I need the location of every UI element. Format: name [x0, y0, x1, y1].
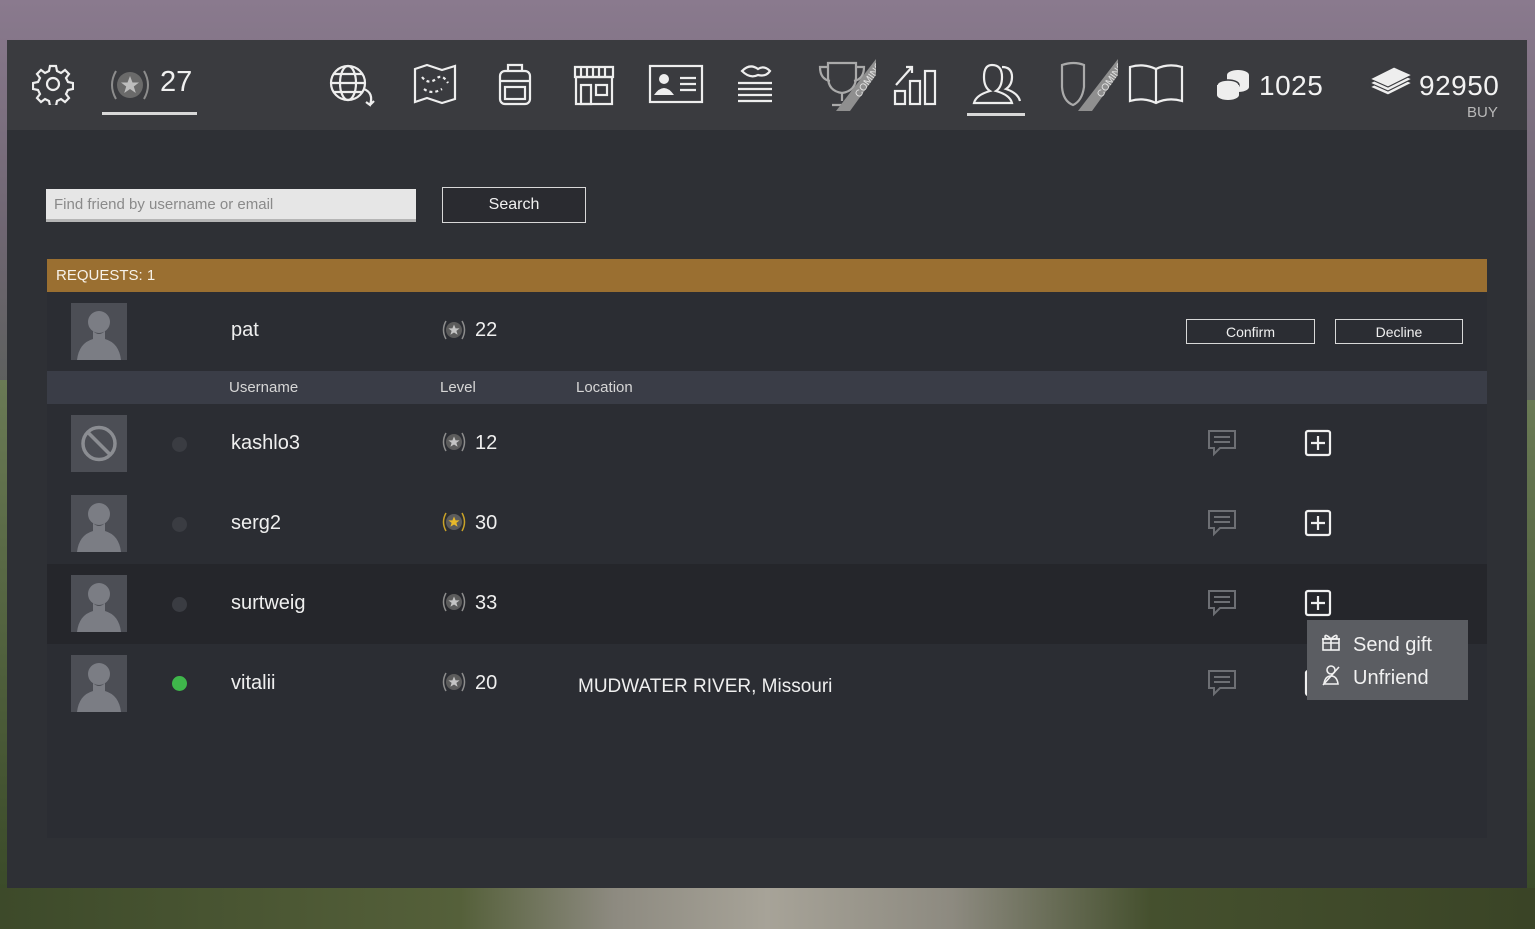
add-options-icon[interactable]: [1303, 508, 1333, 543]
online-status-dot: [172, 676, 187, 691]
friend-username: serg2: [231, 512, 282, 534]
offline-status-dot: [172, 597, 187, 612]
settings-icon[interactable]: [31, 62, 75, 106]
cash-amount: 92950: [1419, 70, 1500, 101]
avatar: [71, 303, 127, 360]
book-icon[interactable]: [1127, 60, 1185, 108]
request-level: 22: [475, 319, 498, 341]
avatar: [71, 495, 127, 552]
offline-status-dot: [172, 517, 187, 532]
friends-icon[interactable]: [969, 60, 1023, 108]
level-badge-icon: [440, 668, 468, 701]
coins-icon: [1215, 66, 1253, 104]
blocked-avatar-icon: [71, 415, 127, 472]
search-button[interactable]: Search: [442, 187, 586, 223]
chat-icon[interactable]: [1207, 589, 1237, 622]
top-navigation-bar: 27 COMING COMING 1025 92950 BUY: [7, 40, 1527, 130]
world-map-icon[interactable]: [325, 60, 383, 110]
map-icon[interactable]: [411, 62, 459, 106]
column-header: Username Level Location: [47, 371, 1487, 404]
friend-context-menu: Send gift Unfriend: [1307, 620, 1468, 700]
svg-text:COMING: COMING: [1095, 60, 1118, 100]
decline-button[interactable]: Decline: [1335, 319, 1463, 344]
confirm-button[interactable]: Confirm: [1186, 319, 1315, 344]
friends-window: 27 COMING COMING 1025 92950 BUY Find fri…: [7, 40, 1527, 888]
chat-icon[interactable]: [1207, 509, 1237, 542]
friend-username: vitalii: [231, 672, 276, 694]
profile-card-icon[interactable]: [647, 62, 705, 106]
request-row: pat 22 Confirm Decline: [47, 292, 1487, 371]
friend-row[interactable]: vitalii 20 MUDWATER RIVER, Missouri: [47, 644, 1487, 724]
add-options-icon[interactable]: [1303, 588, 1333, 623]
friend-level: 30: [475, 512, 498, 534]
gift-icon: [1321, 632, 1353, 658]
chat-icon[interactable]: [1207, 429, 1237, 462]
friend-search-input[interactable]: [46, 189, 416, 222]
friends-tab-underline: [967, 113, 1025, 116]
username-column-header[interactable]: Username: [229, 379, 298, 396]
unfriend-label: Unfriend: [1353, 666, 1429, 689]
add-options-icon[interactable]: [1303, 428, 1333, 463]
friend-username: surtweig: [231, 592, 306, 614]
friend-level: 12: [475, 432, 498, 454]
shop-icon[interactable]: [571, 62, 617, 108]
news-icon[interactable]: [733, 62, 777, 108]
avatar: [71, 575, 127, 632]
friend-row[interactable]: serg2 30: [47, 484, 1487, 564]
avatar: [71, 655, 127, 712]
send-gift-menu-item[interactable]: Send gift: [1321, 632, 1432, 658]
backpack-icon[interactable]: [493, 60, 537, 108]
friend-username: kashlo3: [231, 432, 300, 454]
level-badge-icon: [440, 588, 468, 621]
level-badge-icon: [440, 428, 468, 461]
stats-icon[interactable]: [891, 60, 939, 108]
buy-link[interactable]: BUY: [1467, 104, 1498, 121]
request-username: pat: [231, 319, 259, 341]
unfriend-icon: [1321, 664, 1353, 692]
player-level: 27: [160, 66, 193, 98]
clan-icon: COMING: [1055, 56, 1119, 114]
level-tab-underline: [102, 112, 197, 115]
friend-level: 33: [475, 592, 498, 614]
offline-status-dot: [172, 437, 187, 452]
send-gift-label: Send gift: [1353, 633, 1432, 656]
unfriend-menu-item[interactable]: Unfriend: [1321, 664, 1429, 692]
friend-row[interactable]: surtweig 33: [47, 564, 1487, 644]
requests-header: REQUESTS: 1: [47, 259, 1487, 292]
friend-location: MUDWATER RIVER, Missouri: [578, 676, 833, 697]
level-badge-icon: [440, 316, 468, 349]
friend-row[interactable]: kashlo3 12: [47, 404, 1487, 484]
friend-level: 20: [475, 672, 498, 694]
level-star-icon[interactable]: [105, 62, 155, 108]
friends-panel: REQUESTS: 1 pat 22 Confirm Decline Usern…: [47, 259, 1487, 838]
cash-icon: [1367, 66, 1415, 104]
coins-amount: 1025: [1259, 70, 1324, 101]
level-column-header[interactable]: Level: [440, 379, 476, 396]
trophy-icon: COMING: [813, 56, 877, 114]
chat-icon[interactable]: [1207, 669, 1237, 702]
location-column-header[interactable]: Location: [576, 379, 633, 396]
gold-level-badge-icon: [440, 508, 468, 541]
